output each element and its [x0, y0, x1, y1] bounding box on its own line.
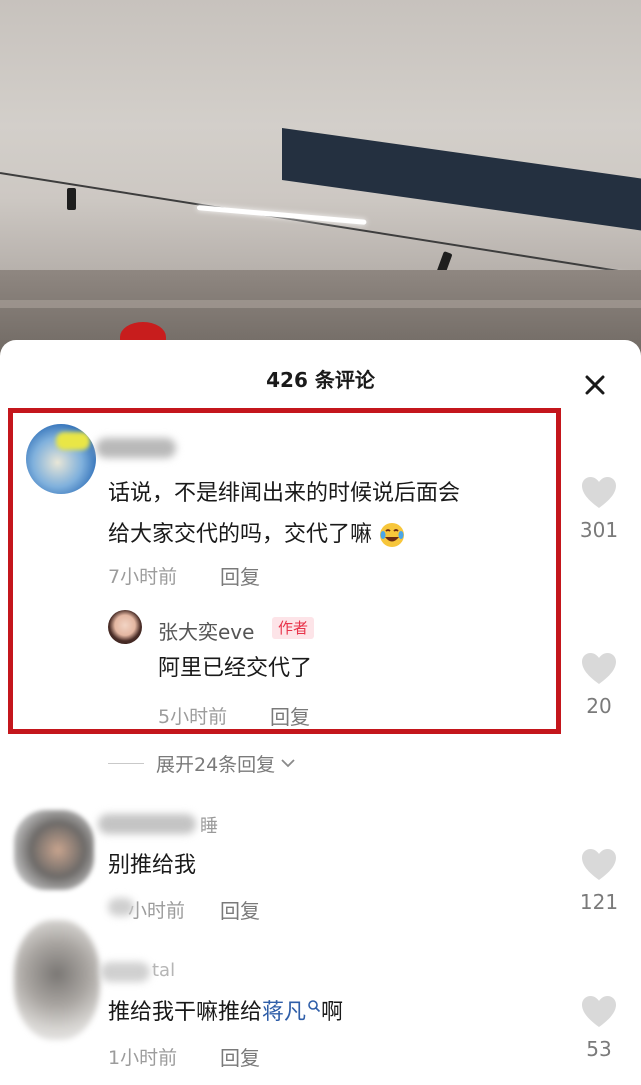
search-link[interactable]: 蒋凡: [262, 1000, 306, 1025]
comment-text: 给大家交代的吗，交代了嘛: [108, 517, 405, 553]
close-button[interactable]: [580, 370, 610, 400]
like-count: 20: [586, 694, 612, 718]
comment-text: 别推给我: [108, 853, 197, 878]
blurred-username: [100, 962, 150, 982]
comment-count-title: 426 条评论: [266, 368, 375, 392]
author-avatar[interactable]: [108, 610, 142, 644]
reply-button[interactable]: 回复: [220, 895, 260, 924]
expand-replies-button[interactable]: 展开24条回复: [108, 748, 297, 778]
comment-sheet: 426 条评论 话说，不是绯闻出来的时候说后面会 给大家交代的吗，交代了嘛 7小…: [0, 340, 641, 1085]
spotlight: [67, 188, 76, 210]
comment-text: 推给我干嘛推给蒋凡啊: [108, 999, 344, 1025]
chevron-down-icon: [281, 759, 295, 768]
comment-time: 小时前: [128, 900, 186, 922]
search-icon[interactable]: [307, 999, 321, 1013]
like-button[interactable]: 121: [567, 848, 631, 914]
avatar[interactable]: [14, 810, 94, 890]
rofl-emoji: [380, 523, 405, 547]
blurred-username: [98, 814, 196, 834]
author-badge: 作者: [272, 617, 315, 639]
like-count: 121: [579, 890, 619, 914]
heart-icon: [582, 477, 616, 508]
close-icon: [585, 375, 605, 395]
like-button[interactable]: 301: [567, 476, 631, 542]
like-count: 53: [586, 1037, 612, 1061]
like-button[interactable]: 20: [567, 652, 631, 718]
reply-time: 5小时前: [158, 706, 228, 728]
comment-time: 1小时前: [108, 1047, 178, 1069]
username-fragment: 睡: [200, 816, 218, 837]
username-fragment: tal: [152, 960, 176, 981]
ceiling-light: [196, 205, 367, 225]
heart-icon: [582, 849, 616, 880]
reply-button[interactable]: 回复: [220, 561, 260, 590]
wall-strip: [0, 300, 641, 308]
author-name[interactable]: 张大奕eve: [158, 616, 254, 645]
heart-icon: [582, 996, 616, 1027]
video-background: [0, 0, 641, 360]
reply-button[interactable]: 回复: [270, 701, 310, 730]
heart-icon: [582, 653, 616, 684]
avatar[interactable]: [26, 424, 96, 494]
like-button[interactable]: 53: [567, 995, 631, 1061]
comment-text: 话说，不是绯闻出来的时候说后面会: [108, 481, 461, 506]
blurred-username: [96, 438, 176, 458]
reply-button[interactable]: 回复: [220, 1042, 260, 1071]
expand-replies-label: 展开24条回复: [156, 753, 276, 776]
like-count: 301: [579, 518, 619, 542]
avatar[interactable]: [14, 920, 100, 1040]
blurred-time: [108, 898, 134, 916]
divider-line: [108, 762, 144, 764]
comment-time: 7小时前: [108, 566, 178, 588]
reply-text: 阿里已经交代了: [158, 656, 313, 681]
